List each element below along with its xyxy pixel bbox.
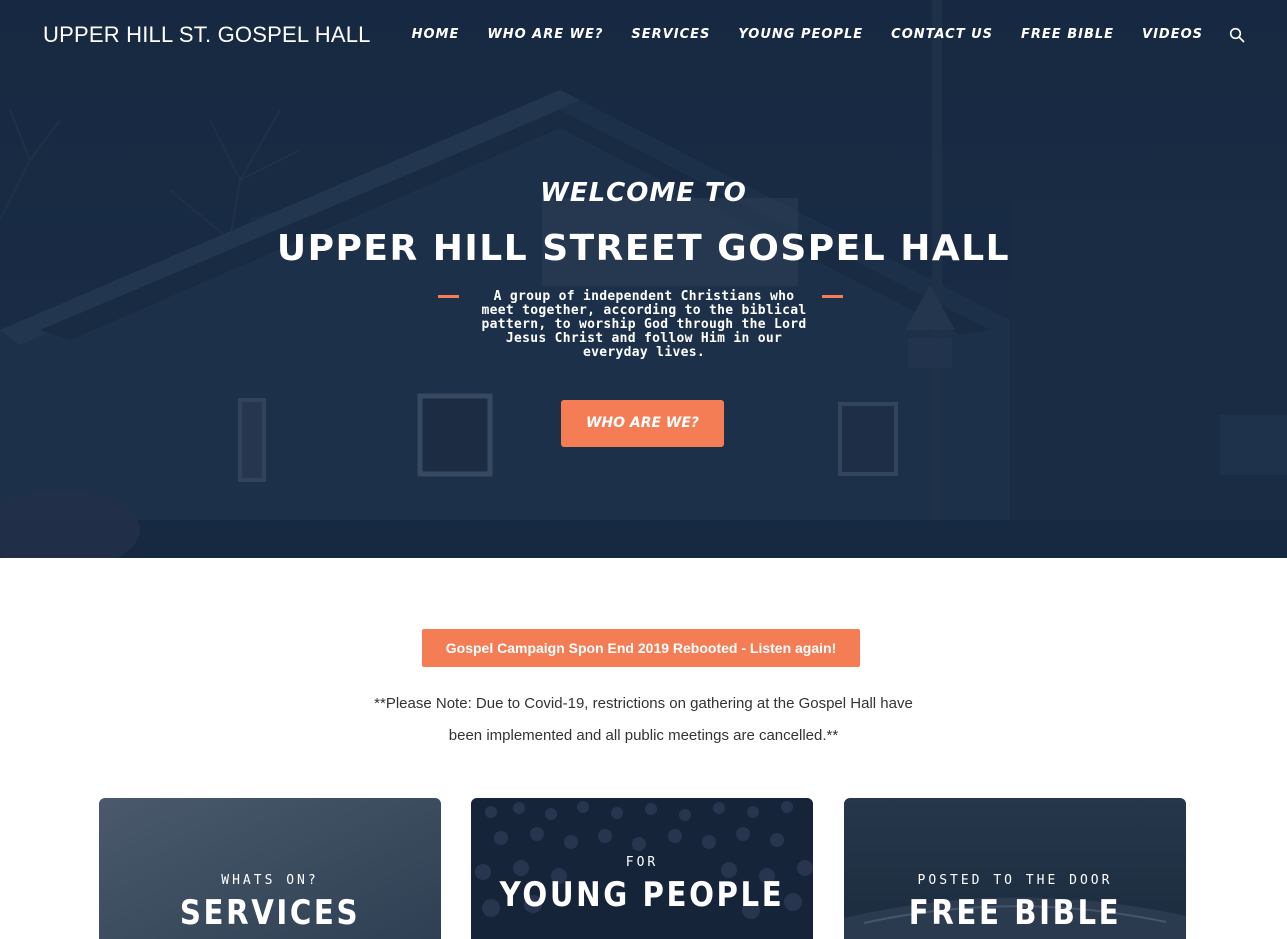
covid-notice: **Please Note: Due to Covid-19, restrict… [374, 695, 913, 744]
hero-divider-left [438, 295, 459, 298]
hero-welcome: WELCOME TO [540, 178, 747, 208]
card-free-bible-kicker: POSTED TO THE DOOR [917, 873, 1113, 888]
card-young-people-title: YOUNG PEOPLE [499, 875, 785, 915]
site-brand[interactable]: UPPER HILL ST. GOSPEL HALL [43, 22, 371, 48]
hero-background-image [0, 0, 1287, 558]
card-services-title: SERVICES [179, 893, 361, 933]
gospel-campaign-button[interactable]: Gospel Campaign Spon End 2019 Rebooted -… [422, 629, 860, 667]
nav-item-home[interactable]: HOME [412, 27, 460, 43]
card-young-people[interactable]: FOR YOUNG PEOPLE [471, 798, 813, 939]
nav-item-young-people[interactable]: YOUNG PEOPLE [738, 27, 863, 43]
card-services[interactable]: WHATS ON? SERVICES [99, 798, 441, 939]
hero-description: A group of independent Christians who me… [481, 289, 807, 360]
card-young-people-kicker: FOR [625, 855, 659, 870]
card-free-bible[interactable]: POSTED TO THE DOOR FREE BIBLE [844, 798, 1186, 939]
nav-item-contact-us[interactable]: CONTACT US [891, 27, 993, 43]
hero-divider-right [822, 295, 843, 298]
nav-item-who-are-we[interactable]: WHO ARE WE? [487, 27, 603, 43]
hero-section: UPPER HILL ST. GOSPEL HALL HOME WHO ARE … [0, 0, 1287, 558]
nav-item-videos[interactable]: VIDEOS [1142, 27, 1203, 43]
card-free-bible-title: FREE BIBLE [908, 893, 1122, 933]
nav-item-free-bible[interactable]: FREE BIBLE [1021, 27, 1114, 43]
who-are-we-button[interactable]: WHO ARE WE? [561, 400, 724, 447]
search-icon[interactable] [1229, 27, 1245, 43]
card-services-kicker: WHATS ON? [221, 873, 319, 888]
main-nav: HOME WHO ARE WE? SERVICES YOUNG PEOPLE C… [384, 27, 1245, 43]
nav-item-services[interactable]: SERVICES [631, 27, 710, 43]
hero-title: UPPER HILL STREET GOSPEL HALL [276, 228, 1011, 269]
